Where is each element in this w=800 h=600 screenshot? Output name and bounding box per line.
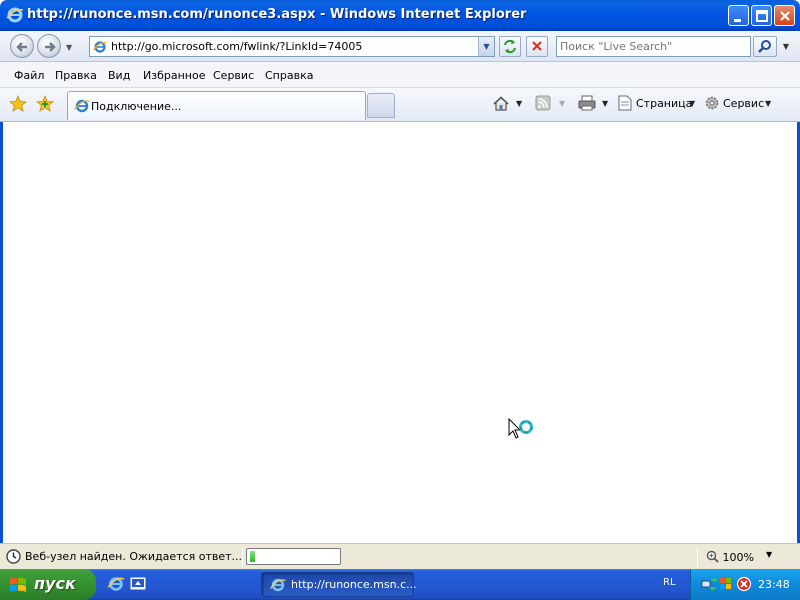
address-dropdown-button[interactable]: ▼ (478, 37, 494, 56)
security-center-icon[interactable] (718, 576, 734, 592)
quicklaunch-ie-icon[interactable] (107, 575, 125, 593)
start-label: пуск (34, 574, 76, 593)
recent-pages-dropdown[interactable]: ▼ (66, 43, 72, 52)
minimize-button[interactable] (728, 5, 749, 26)
home-button[interactable]: ▼ (492, 95, 522, 115)
page-content-area[interactable] (3, 123, 797, 543)
taskbar: пуск http://runonce.msn.c... RL 23:48 (0, 569, 800, 600)
busy-cursor-icon (508, 418, 533, 439)
favorites-star-icon[interactable] (8, 94, 28, 113)
chevron-down-icon: ▼ (765, 99, 772, 108)
home-icon (493, 96, 509, 111)
back-arrow-icon (16, 42, 27, 52)
clock: 23:48 (758, 578, 790, 591)
ie-page-icon (93, 40, 107, 54)
maximize-button[interactable] (751, 5, 772, 26)
forward-arrow-icon (45, 42, 56, 52)
loading-progress-bar (246, 548, 341, 565)
stop-button[interactable] (526, 36, 548, 57)
zoom-level: 100% (722, 551, 754, 564)
status-separator (242, 547, 243, 567)
progress-fill (250, 551, 255, 562)
ie-logo-icon (269, 577, 286, 593)
ie-logo-icon (6, 6, 24, 24)
zoom-magnifier-icon (706, 550, 719, 563)
status-separator (697, 547, 698, 567)
tools-menu-label: Сервис (723, 97, 765, 110)
taskbar-window-button[interactable]: http://runonce.msn.c... (261, 572, 417, 597)
search-box[interactable] (556, 36, 751, 57)
menu-edit[interactable]: Правка (55, 69, 97, 82)
network-icon[interactable] (701, 576, 718, 592)
printer-icon (578, 95, 596, 111)
menu-tools[interactable]: Сервис (213, 69, 254, 82)
gear-icon (705, 96, 719, 110)
back-button[interactable] (10, 34, 34, 58)
feeds-button[interactable]: ▼ (535, 95, 565, 115)
chevron-down-icon: ▼ (602, 99, 609, 108)
address-bar[interactable]: http://go.microsoft.com/fwlink/?LinkId=7… (89, 36, 495, 57)
new-tab-button[interactable] (367, 93, 395, 118)
tab-command-bar: Подключение... ▼ ▼ ▼ Страница ▼ Сервис ▼ (0, 88, 800, 122)
menu-view[interactable]: Вид (108, 69, 130, 82)
window-title: http://runonce.msn.com/runonce3.aspx - W… (27, 7, 527, 22)
page-menu-button[interactable]: Страница ▼ (617, 95, 695, 115)
zoom-dropdown[interactable]: ▼ (766, 550, 772, 559)
add-favorites-icon[interactable] (35, 94, 55, 113)
address-url[interactable]: http://go.microsoft.com/fwlink/?LinkId=7… (111, 40, 362, 53)
tab-active[interactable]: Подключение... (67, 91, 366, 120)
status-text: Веб-узел найден. Ожидается ответ... (25, 550, 243, 563)
search-button[interactable] (753, 36, 777, 57)
tools-menu-button[interactable]: Сервис ▼ (704, 95, 771, 115)
status-bar: Веб-узел найден. Ожидается ответ... 100%… (0, 543, 800, 569)
close-window-button[interactable] (774, 5, 795, 26)
loading-clock-icon (6, 549, 21, 564)
taskbar-window-label: http://runonce.msn.c... (291, 578, 417, 591)
ie-page-icon (73, 98, 90, 114)
alert-icon[interactable] (736, 576, 752, 592)
search-input[interactable] (557, 37, 747, 56)
menu-bar: Файл Правка Вид Избранное Сервис Справка (0, 62, 800, 88)
language-indicator[interactable]: RL (663, 577, 676, 588)
start-button[interactable]: пуск (0, 569, 96, 600)
search-options-dropdown[interactable]: ▼ (779, 36, 793, 57)
magnifier-icon (758, 40, 771, 53)
refresh-button[interactable] (499, 36, 521, 57)
tab-label: Подключение... (91, 100, 182, 113)
refresh-icon (504, 39, 516, 54)
menu-file[interactable]: Файл (14, 69, 44, 82)
show-desktop-icon[interactable] (130, 576, 146, 592)
page-icon (618, 95, 632, 111)
rss-icon (535, 95, 551, 111)
address-toolbar: ▼ http://go.microsoft.com/fwlink/?LinkId… (0, 31, 800, 62)
page-menu-label: Страница (636, 97, 693, 110)
chevron-down-icon: ▼ (689, 99, 696, 108)
chevron-down-icon: ▼ (516, 99, 523, 108)
stop-icon (532, 41, 542, 51)
print-button[interactable]: ▼ (578, 95, 608, 115)
zoom-control[interactable]: 100% (706, 550, 754, 564)
chevron-down-icon: ▼ (559, 99, 566, 108)
menu-favorites[interactable]: Избранное (143, 69, 205, 82)
menu-help[interactable]: Справка (265, 69, 313, 82)
windows-logo-icon (8, 575, 28, 595)
forward-button[interactable] (37, 34, 61, 58)
title-bar[interactable]: http://runonce.msn.com/runonce3.aspx - W… (0, 0, 800, 31)
